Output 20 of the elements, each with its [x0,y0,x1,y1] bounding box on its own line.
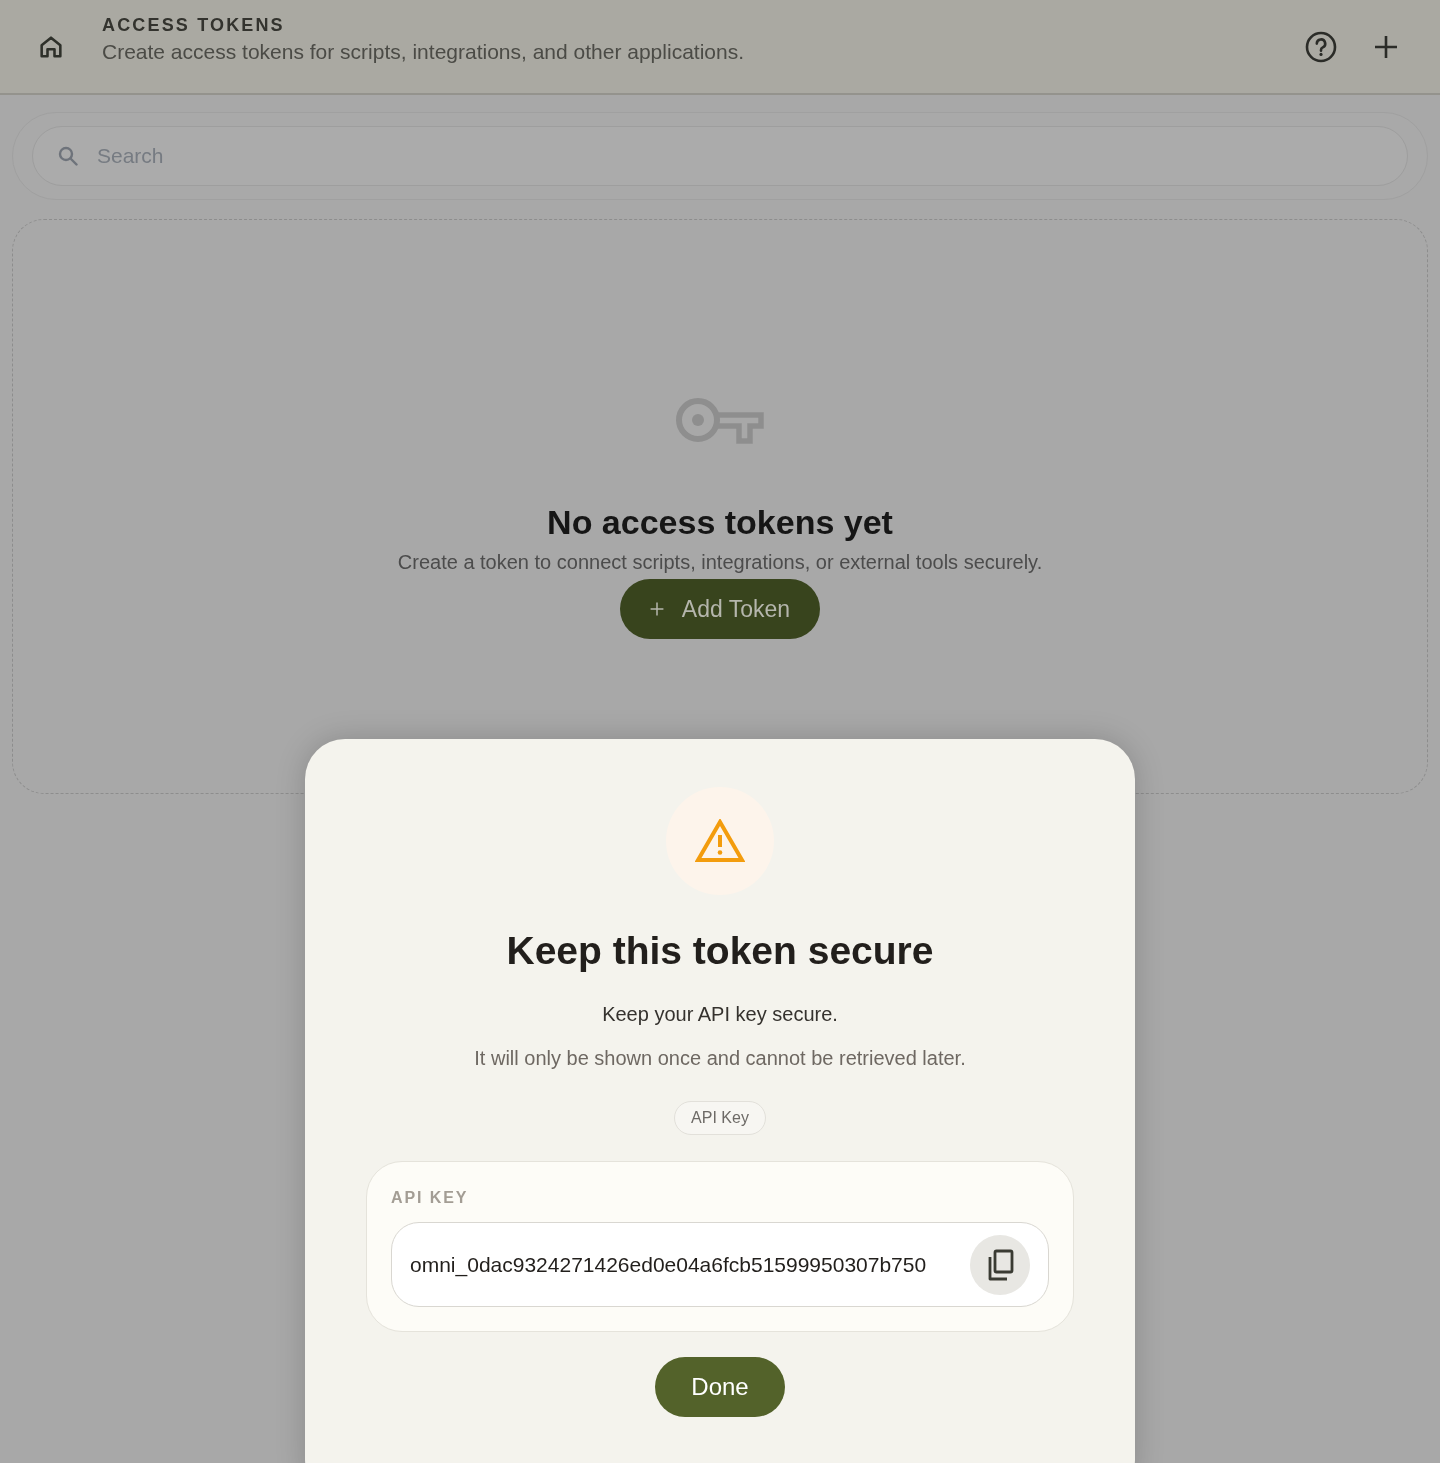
api-key-tag: API Key [674,1101,766,1135]
copy-icon [986,1248,1014,1281]
api-key-field[interactable]: omni_0dac9324271426ed0e04a6fcb51599950307b750 [391,1222,1049,1307]
add-icon[interactable] [1374,34,1398,59]
page-title: ACCESS TOKENS [102,14,286,37]
empty-state-title: No access tokens yet [547,502,893,543]
api-key-value: omni_0dac9324271426ed0e04a6fcb51599950307b750 [410,1251,927,1279]
done-button[interactable]: Done [655,1357,785,1417]
key-icon [676,396,764,444]
empty-state-description: Create a token to connect scripts, integrations, or external tools securely. [397,550,1043,575]
add-token-button[interactable]: Add Token [619,579,821,639]
dialog-note: It will only be shown once and cannot be retrieved later. [474,1046,966,1071]
api-key-label: API KEY [391,1188,470,1208]
help-icon[interactable] [1305,30,1337,63]
plus-icon [649,602,664,616]
search-icon [58,146,78,166]
dialog-title: Keep this token secure [506,928,934,974]
dialog-message: Keep your API key secure. [602,1002,838,1027]
warning-icon [695,819,745,863]
page-subtitle: Create access tokens for scripts, integrations, and other applications. [102,39,744,65]
